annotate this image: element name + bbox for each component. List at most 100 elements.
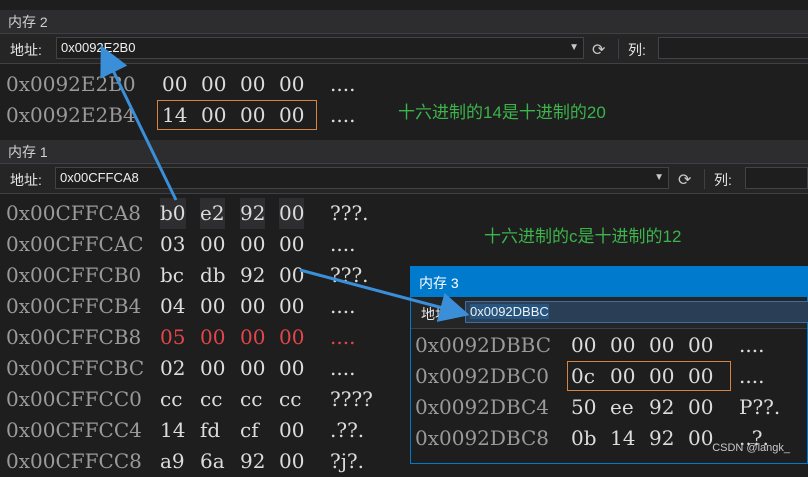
- watermark: CSDN @langk_: [712, 442, 790, 454]
- row-address: 0x00CFFCB8: [6, 325, 142, 349]
- ascii-text: ???.: [330, 263, 369, 287]
- byte[interactable]: 00: [688, 423, 713, 454]
- byte[interactable]: 92: [240, 446, 265, 477]
- byte[interactable]: 14: [160, 415, 185, 446]
- byte[interactable]: 00: [279, 446, 304, 477]
- byte[interactable]: 00: [162, 69, 187, 100]
- ascii-text: ....: [739, 364, 765, 388]
- table-row: 0x00CFFCB4 04 00 00 00 ....: [0, 291, 410, 322]
- row-address: 0x00CFFCC8: [6, 449, 142, 473]
- row-address: 0x0092DBC8: [415, 426, 550, 450]
- byte[interactable]: e2: [200, 198, 225, 229]
- table-row: 0x0092DBBC 00 00 00 00 ....: [411, 330, 807, 361]
- byte[interactable]: 03: [160, 229, 185, 260]
- byte[interactable]: 92: [649, 392, 674, 423]
- byte[interactable]: 04: [160, 291, 185, 322]
- memory-3-address-bar: 地址: 0x0092DBBC: [411, 297, 808, 329]
- byte[interactable]: 00: [279, 69, 304, 100]
- row-address: 0x00CFFCA8: [6, 201, 141, 225]
- row-address: 0x00CFFCB0: [6, 263, 142, 287]
- byte[interactable]: ee: [610, 392, 634, 423]
- byte[interactable]: 00: [240, 322, 265, 353]
- byte[interactable]: 0b: [571, 423, 597, 454]
- byte[interactable]: 00: [279, 229, 304, 260]
- address-label: 地址:: [10, 42, 42, 58]
- byte[interactable]: 92: [240, 198, 266, 229]
- table-row: 0x00CFFCBC 02 00 00 00 ....: [0, 353, 410, 384]
- byte[interactable]: 00: [200, 353, 225, 384]
- refresh-icon[interactable]: ⟳: [592, 40, 605, 60]
- row-address: 0x00CFFCAC: [6, 232, 144, 256]
- refresh-icon[interactable]: ⟳: [678, 170, 691, 190]
- column-input[interactable]: [658, 37, 808, 59]
- byte[interactable]: db: [200, 260, 226, 291]
- byte[interactable]: 00: [279, 198, 305, 229]
- byte[interactable]: 00: [200, 229, 225, 260]
- memory-3-title: 内存 3: [411, 267, 807, 297]
- byte[interactable]: cf: [240, 415, 259, 446]
- byte[interactable]: 00: [240, 291, 265, 322]
- row-address: 0x0092E2B4: [6, 103, 136, 127]
- column-label: 列:: [628, 42, 646, 58]
- table-row: 0x0092E2B0 00 00 00 00 ....: [0, 69, 400, 100]
- byte[interactable]: 00: [279, 353, 304, 384]
- row-address: 0x0092DBBC: [415, 333, 552, 357]
- byte[interactable]: 92: [649, 423, 674, 454]
- row-address: 0x0092E2B0: [6, 72, 136, 96]
- byte[interactable]: 00: [200, 322, 225, 353]
- byte[interactable]: 05: [160, 322, 185, 353]
- chevron-down-icon[interactable]: ▼: [654, 168, 664, 188]
- byte[interactable]: 50: [571, 392, 596, 423]
- row-address: 0x0092DBC4: [415, 395, 550, 419]
- divider: [704, 169, 705, 189]
- ascii-text: ....: [330, 72, 356, 96]
- byte[interactable]: bc: [160, 260, 184, 291]
- byte[interactable]: 00: [610, 330, 635, 361]
- row-address: 0x00CFFCC0: [6, 387, 142, 411]
- byte[interactable]: 6a: [200, 446, 225, 477]
- memory-2-address-bar: 地址: 0x0092E2B0 ▼ ⟳ 列:: [0, 34, 808, 64]
- byte[interactable]: fd: [200, 415, 220, 446]
- annotation-note-2: 十六进制的c是十进制的12: [484, 227, 682, 246]
- address-input[interactable]: 0x0092DBBC: [465, 301, 808, 323]
- table-row: 0x00CFFCAC 03 00 00 00 ....: [0, 229, 410, 260]
- address-label: 地址:: [421, 306, 453, 322]
- byte[interactable]: 00: [240, 69, 265, 100]
- ascii-text: ????: [330, 387, 373, 411]
- memory-2-title: 内存 2: [0, 10, 808, 34]
- byte[interactable]: 00: [649, 330, 674, 361]
- chevron-down-icon[interactable]: ▼: [569, 38, 579, 58]
- byte[interactable]: 00: [240, 229, 265, 260]
- byte[interactable]: a9: [160, 446, 185, 477]
- byte[interactable]: cc: [279, 384, 301, 415]
- ascii-text: ....: [739, 333, 765, 357]
- byte[interactable]: 00: [688, 392, 713, 423]
- byte[interactable]: 00: [200, 291, 225, 322]
- byte[interactable]: 00: [688, 330, 713, 361]
- memory-window-1: 内存 1 地址: 0x00CFFCA8 ▼ ⟳ 列:: [0, 140, 808, 194]
- byte[interactable]: 00: [279, 260, 304, 291]
- byte[interactable]: cc: [160, 384, 182, 415]
- byte[interactable]: cc: [240, 384, 262, 415]
- address-input[interactable]: 0x0092E2B0 ▼: [56, 37, 584, 59]
- ascii-text: ....: [330, 103, 356, 127]
- ascii-text: ....: [330, 356, 356, 380]
- byte[interactable]: 00: [279, 322, 304, 353]
- ascii-text: ....: [330, 325, 356, 349]
- ascii-text: ....: [330, 232, 356, 256]
- byte[interactable]: 00: [279, 415, 304, 446]
- byte[interactable]: 02: [160, 353, 185, 384]
- byte[interactable]: cc: [200, 384, 222, 415]
- column-input[interactable]: [745, 167, 808, 189]
- highlight-box: [567, 361, 731, 391]
- table-row: 0x00CFFCC0 cc cc cc cc ????: [0, 384, 410, 415]
- byte[interactable]: b0: [160, 198, 186, 229]
- byte[interactable]: 14: [610, 423, 635, 454]
- byte[interactable]: 00: [240, 353, 265, 384]
- address-input[interactable]: 0x00CFFCA8 ▼: [55, 167, 669, 189]
- byte[interactable]: 92: [240, 260, 265, 291]
- byte[interactable]: 00: [571, 330, 596, 361]
- byte[interactable]: 00: [201, 69, 226, 100]
- byte[interactable]: 00: [279, 291, 304, 322]
- ascii-text: ???.: [330, 201, 369, 225]
